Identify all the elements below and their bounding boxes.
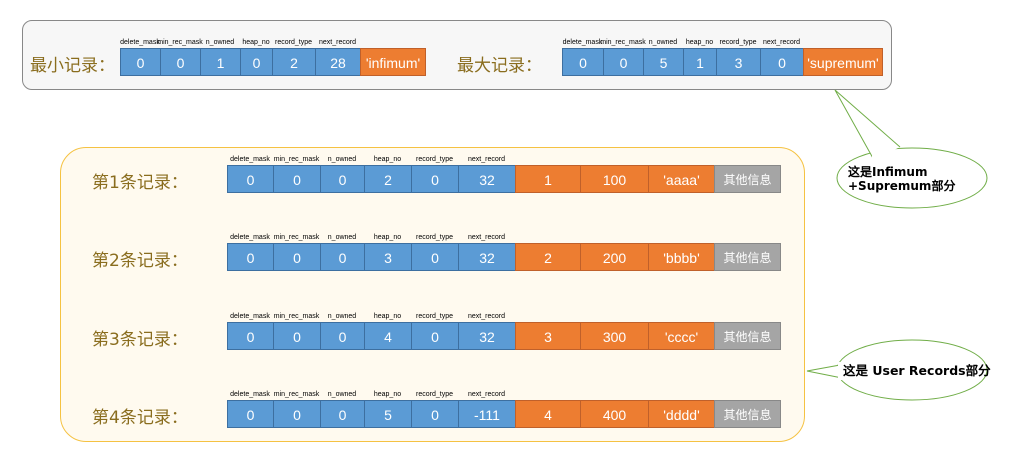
field-header: next_record [468,313,505,320]
field-value: 0 [320,322,365,350]
record-label: 第1条记录： [92,173,188,193]
column-value: 100 [580,165,649,193]
field-value: 1 [683,48,717,76]
column-value: 3 [515,322,581,350]
field-value: 0 [760,48,804,76]
other-info-cell: 其他信息 [714,243,781,271]
field-header: next_record [319,39,356,46]
field-value: 0 [411,322,459,350]
field-value: 5 [643,48,684,76]
field-header: next_record [468,156,505,163]
field-value: 0 [227,400,274,428]
field-value: 0 [227,243,274,271]
record-label: 第3条记录： [92,330,188,350]
other-info-cell: 其他信息 [714,322,781,350]
field-value: 5 [364,400,412,428]
field-value: 4 [364,322,412,350]
column-value: 'aaaa' [648,165,715,193]
record-name-cell: 'supremum' [803,48,883,76]
field-value: 0 [562,48,604,76]
column-value: 'cccc' [648,322,715,350]
callout-bottom-text: 这是 User Records部分 [843,363,991,378]
field-value: 3 [364,243,412,271]
field-value: 0 [227,165,274,193]
column-value: 400 [580,400,649,428]
column-value: 2 [515,243,581,271]
field-value: 0 [320,165,365,193]
field-value: 0 [411,243,459,271]
field-value: 0 [411,400,459,428]
field-value: 2 [364,165,412,193]
field-value: 32 [458,322,516,350]
field-value: 0 [273,322,321,350]
column-value: 200 [580,243,649,271]
column-value: 'bbbb' [648,243,715,271]
record-label: 最小记录： [30,56,115,76]
column-value: 'dddd' [648,400,715,428]
field-value: 0 [320,243,365,271]
other-info-cell: 其他信息 [714,165,781,193]
field-header: next_record [468,234,505,241]
record-label: 最大记录： [457,56,542,76]
field-value: 0 [411,165,459,193]
field-value: 3 [716,48,761,76]
record-name-cell: 'infimum' [360,48,426,76]
column-value: 4 [515,400,581,428]
field-value: -111 [458,400,516,428]
field-header: next_record [763,39,800,46]
field-value: 2 [272,48,316,76]
field-value: 0 [273,243,321,271]
field-value: 0 [273,400,321,428]
record-label: 第4条记录： [92,408,188,428]
field-value: 32 [458,243,516,271]
callout-bottom-tail [806,364,843,379]
callout-top-tail [834,89,901,161]
column-value: 1 [515,165,581,193]
field-value: 0 [227,322,274,350]
field-value: 0 [320,400,365,428]
field-value: 0 [120,48,161,76]
callout-top-text: 这是Infimum +Supremum部分 [848,165,956,193]
field-value: 28 [315,48,361,76]
field-value: 0 [273,165,321,193]
field-value: 0 [160,48,201,76]
field-value: 1 [200,48,241,76]
record-label: 第2条记录： [92,251,188,271]
other-info-cell: 其他信息 [714,400,781,428]
field-value: 32 [458,165,516,193]
column-value: 300 [580,322,649,350]
field-value: 0 [240,48,273,76]
field-header: next_record [468,391,505,398]
field-value: 0 [603,48,644,76]
